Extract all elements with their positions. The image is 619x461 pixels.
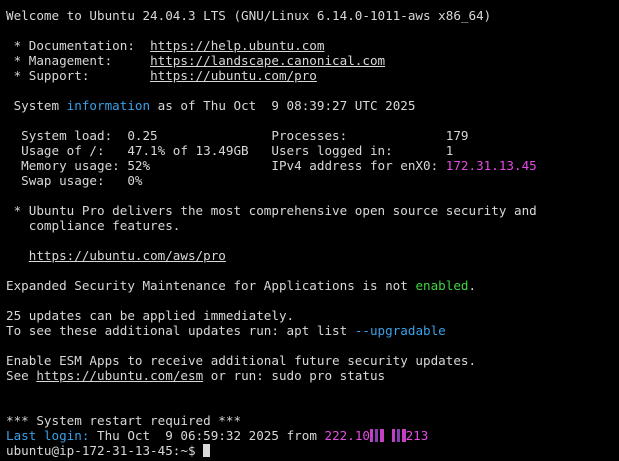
management-line: * Management: https://landscape.canonica… <box>6 53 619 68</box>
stats-row-memory: Memory usage: 52% IPv4 address for enX0:… <box>6 158 619 173</box>
esm-status-post: . <box>468 278 477 293</box>
last-login-from: from <box>278 428 325 443</box>
last-login-date: Thu Oct 9 06:59:32 2025 <box>97 428 279 443</box>
documentation-label: * Documentation: <box>6 38 151 53</box>
esm-status-value: enabled <box>415 278 469 293</box>
esm-link[interactable]: https://ubuntu.com/esm <box>36 368 203 383</box>
management-label: * Management: <box>6 53 151 68</box>
system-info-line: System information as of Thu Oct 9 08:39… <box>6 98 619 113</box>
ubuntu-pro-url-indent <box>6 248 29 263</box>
esm-apps-command: or run: sudo pro status <box>203 368 386 383</box>
last-login-line: Last login: Thu Oct 9 06:59:32 2025 from… <box>6 428 619 443</box>
updates-line-2: To see these additional updates run: apt… <box>6 323 619 338</box>
esm-apps-see: See <box>6 368 37 383</box>
stats-memory-text: Memory usage: 52% IPv4 address for enX0: <box>6 158 446 173</box>
esm-apps-line-1: Enable ESM Apps to receive additional fu… <box>6 353 477 368</box>
stats-row-disk: Usage of /: 47.1% of 13.49GB Users logge… <box>6 143 454 158</box>
ubuntu-pro-url-line: https://ubuntu.com/aws/pro <box>6 248 619 263</box>
support-label: * Support: <box>6 68 151 83</box>
last-login-ip-start: 222.10 <box>324 428 370 443</box>
ubuntu-pro-link[interactable]: https://ubuntu.com/aws/pro <box>29 248 226 263</box>
redacted-ip-block <box>391 429 406 442</box>
stats-row-swap: Swap usage: 0% <box>6 173 143 188</box>
welcome-line: Welcome to Ubuntu 24.04.3 LTS (GNU/Linux… <box>6 8 492 23</box>
system-info-date: as of Thu Oct 9 08:39:27 UTC 2025 <box>150 98 416 113</box>
documentation-link[interactable]: https://help.ubuntu.com <box>150 38 324 53</box>
text-cursor <box>203 444 211 457</box>
esm-status-line: Expanded Security Maintenance for Applic… <box>6 278 619 293</box>
ubuntu-pro-line-1: * Ubuntu Pro delivers the most comprehen… <box>6 203 537 218</box>
restart-required-line: *** System restart required *** <box>6 413 242 428</box>
last-login-label: Last login: <box>6 428 97 443</box>
terminal-window[interactable]: Welcome to Ubuntu 24.04.3 LTS (GNU/Linux… <box>0 0 619 461</box>
prompt-line[interactable]: ubuntu@ip-172-31-13-45:~$ <box>6 443 619 458</box>
support-link[interactable]: https://ubuntu.com/pro <box>150 68 317 83</box>
updates-command: To see these additional updates run: apt… <box>6 323 355 338</box>
documentation-line: * Documentation: https://help.ubuntu.com <box>6 38 619 53</box>
redacted-ip-block <box>369 429 384 442</box>
esm-apps-line-2: See https://ubuntu.com/esm or run: sudo … <box>6 368 619 383</box>
shell-prompt: ubuntu@ip-172-31-13-45:~$ <box>6 443 204 458</box>
system-info-pre: System <box>6 98 67 113</box>
esm-status-pre: Expanded Security Maintenance for Applic… <box>6 278 416 293</box>
management-link[interactable]: https://landscape.canonical.com <box>150 53 385 68</box>
updates-line-1: 25 updates can be applied immediately. <box>6 308 295 323</box>
system-info-word: information <box>66 98 151 113</box>
last-login-ip-end: 213 <box>405 428 429 443</box>
upgradable-flag: --upgradable <box>354 323 446 338</box>
ipv4-address: 172.31.13.45 <box>445 158 537 173</box>
stats-row-load: System load: 0.25 Processes: 179 <box>6 128 469 143</box>
support-line: * Support: https://ubuntu.com/pro <box>6 68 619 83</box>
ubuntu-pro-line-2: compliance features. <box>6 218 181 233</box>
